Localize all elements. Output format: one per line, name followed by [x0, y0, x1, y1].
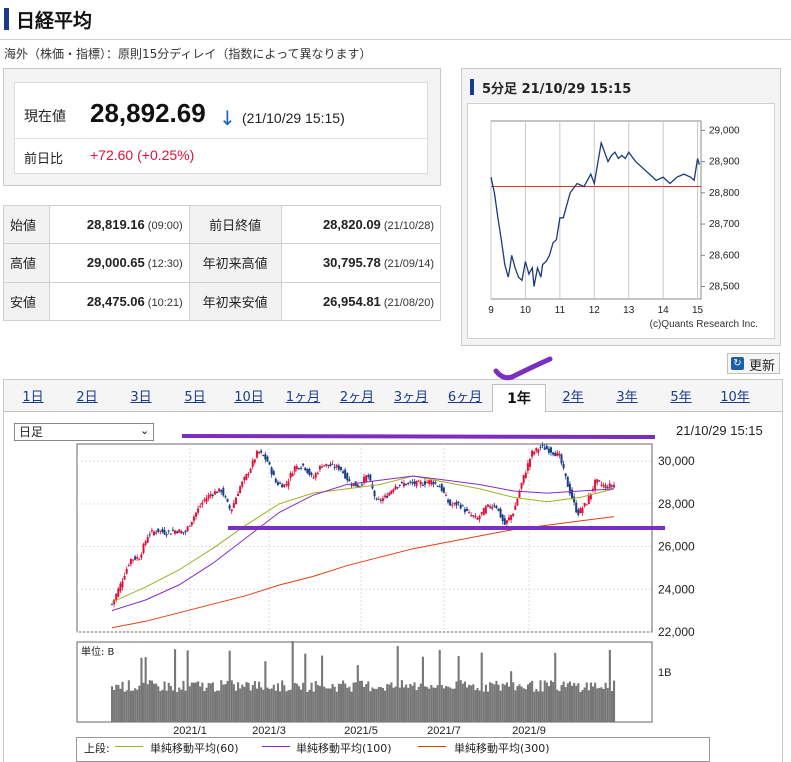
mini-y-tick: 28,600: [709, 250, 740, 261]
stat-value: 28,819.16: [86, 217, 145, 233]
mini-x-tick: 14: [658, 305, 670, 316]
stat-value: 29,000.65: [86, 255, 145, 271]
stat-label: 安値: [3, 281, 50, 322]
legend-swatch-sma60: [115, 746, 143, 747]
interval-select[interactable]: 日足: [14, 423, 154, 441]
down-arrow-icon: ↓: [219, 106, 236, 130]
stat-label: 年初来高値: [188, 243, 282, 283]
mini-x-tick: 9: [488, 305, 494, 316]
chart-credit: (c)Quants Research Inc.: [650, 319, 758, 330]
mini-y-tick: 28,900: [709, 157, 740, 168]
stat-value-cell: 28,819.16 (09:00): [49, 204, 190, 245]
tab-5[interactable]: 10日: [222, 384, 276, 412]
mini-y-tick: 28,700: [709, 219, 740, 230]
mini-plot-area: [490, 120, 702, 300]
stat-label: 始値: [3, 204, 50, 245]
delay-notice: 海外（株価・指標）：原則15分ディレイ（指数によって異なります）: [4, 47, 372, 61]
mini-title-accent: [470, 79, 474, 95]
stats-row: 安値 28,475.06 (10:21) 年初来安値 26,954.81 (21/08…: [3, 281, 442, 322]
refresh-label[interactable]: 更新: [749, 355, 775, 374]
stat-time: (21/10/28): [380, 220, 434, 233]
interval-select-value: 日足: [19, 425, 44, 439]
stat-label: 年初来安値: [188, 281, 282, 322]
chart-timestamp: 21/10/29 15:15: [676, 423, 763, 438]
mini-y-tick: 29,000: [709, 125, 740, 136]
stat-value: 28,475.06: [86, 293, 145, 309]
mini-x-tick: 11: [555, 305, 566, 316]
mini-y-tick: 28,500: [709, 282, 740, 293]
current-price-label: 現在値: [24, 109, 66, 125]
current-price-value: 28,892.69: [90, 98, 206, 128]
stat-value-cell: 26,954.81 (21/08/20): [280, 281, 442, 322]
chevron-down-icon[interactable]: ⌄: [140, 424, 149, 437]
period-tabs: 1日 2日 3日 5日 10日 1ヶ月 2ヶ月 3ヶ月 6ヶ月 1年 2年 3年 5年 10年: [4, 384, 782, 412]
tab-7[interactable]: 2ヶ月: [330, 384, 384, 412]
legend-swatch-sma300: [418, 746, 446, 747]
tab-1[interactable]: 1日: [6, 384, 60, 412]
tab-4[interactable]: 5日: [168, 384, 222, 412]
stat-time: (12:30): [144, 258, 183, 271]
stat-value-cell: 28,475.06 (10:21): [49, 281, 190, 322]
mini-y-tick: 28,800: [709, 188, 740, 199]
stat-value-cell: 28,820.09 (21/10/28): [280, 204, 442, 245]
legend-swatch-sma100: [262, 746, 290, 747]
current-price-time: (21/10/29 15:15): [242, 110, 345, 126]
refresh-icon[interactable]: ↻: [731, 357, 744, 370]
stat-label: 高値: [3, 243, 50, 283]
stat-time: (09:00): [144, 220, 183, 233]
page-header: [0, 0, 791, 40]
stats-table: 始値 28,819.16 (09:00) 前日終値 28,820.09 (21/10/…: [3, 204, 442, 322]
stat-value: 26,954.81: [322, 293, 381, 309]
intraday-chart-title: 5分足 21/10/29 15:15: [482, 82, 632, 97]
chart-area: [4, 412, 782, 762]
mini-x-tick: 13: [623, 305, 635, 316]
tab-11[interactable]: 2年: [546, 384, 600, 412]
tab-9[interactable]: 6ヶ月: [438, 384, 492, 412]
stat-value-cell: 30,795.78 (21/09/14): [280, 243, 442, 283]
legend-sma300: 単純移動平均(300): [454, 742, 550, 755]
legend-prefix: 上段:: [84, 742, 110, 755]
page-title: 日経平均: [16, 10, 93, 32]
tab-14[interactable]: 10年: [708, 384, 762, 412]
mini-x-tick: 15: [692, 305, 704, 316]
stat-label: 前日終値: [188, 204, 282, 245]
stat-value: 28,820.09: [322, 217, 381, 233]
stat-time: (10:21): [144, 296, 183, 309]
stat-time: (21/08/20): [380, 296, 434, 309]
tab-10[interactable]: 1年: [492, 384, 546, 412]
legend-sma60: 単純移動平均(60): [150, 742, 239, 755]
stat-time: (21/09/14): [380, 258, 434, 271]
tab-2[interactable]: 2日: [60, 384, 114, 412]
legend-sma100: 単純移動平均(100): [296, 742, 392, 755]
stats-row: 高値 29,000.65 (12:30) 年初来高値 30,795.78 (21/09…: [3, 243, 442, 283]
title-accent-bar: [4, 8, 9, 30]
divider: [15, 138, 427, 139]
mini-x-tick: 10: [520, 305, 532, 316]
change-label: 前日比: [24, 152, 64, 167]
annotation-checkmark: [493, 356, 553, 381]
tab-3[interactable]: 3日: [114, 384, 168, 412]
tab-12[interactable]: 3年: [600, 384, 654, 412]
tab-13[interactable]: 5年: [654, 384, 708, 412]
change-value: +72.60 (+0.25%): [90, 147, 195, 163]
tab-8[interactable]: 3ヶ月: [384, 384, 438, 412]
intraday-chart: 9 10 11 12 13 14 15 29,000 28,900 28,800 28,700 28,…: [488, 120, 758, 330]
stats-row: 始値 28,819.16 (09:00) 前日終値 28,820.09 (21/10/…: [3, 204, 442, 245]
tab-6[interactable]: 1ヶ月: [276, 384, 330, 412]
intraday-chart-box: 9 10 11 12 13 14 15 29,000 28,900 28,800 28,700 28,…: [467, 103, 775, 339]
stat-value-cell: 29,000.65 (12:30): [49, 243, 190, 283]
stat-value: 30,795.78: [322, 255, 381, 271]
mini-x-tick: 12: [589, 305, 601, 316]
